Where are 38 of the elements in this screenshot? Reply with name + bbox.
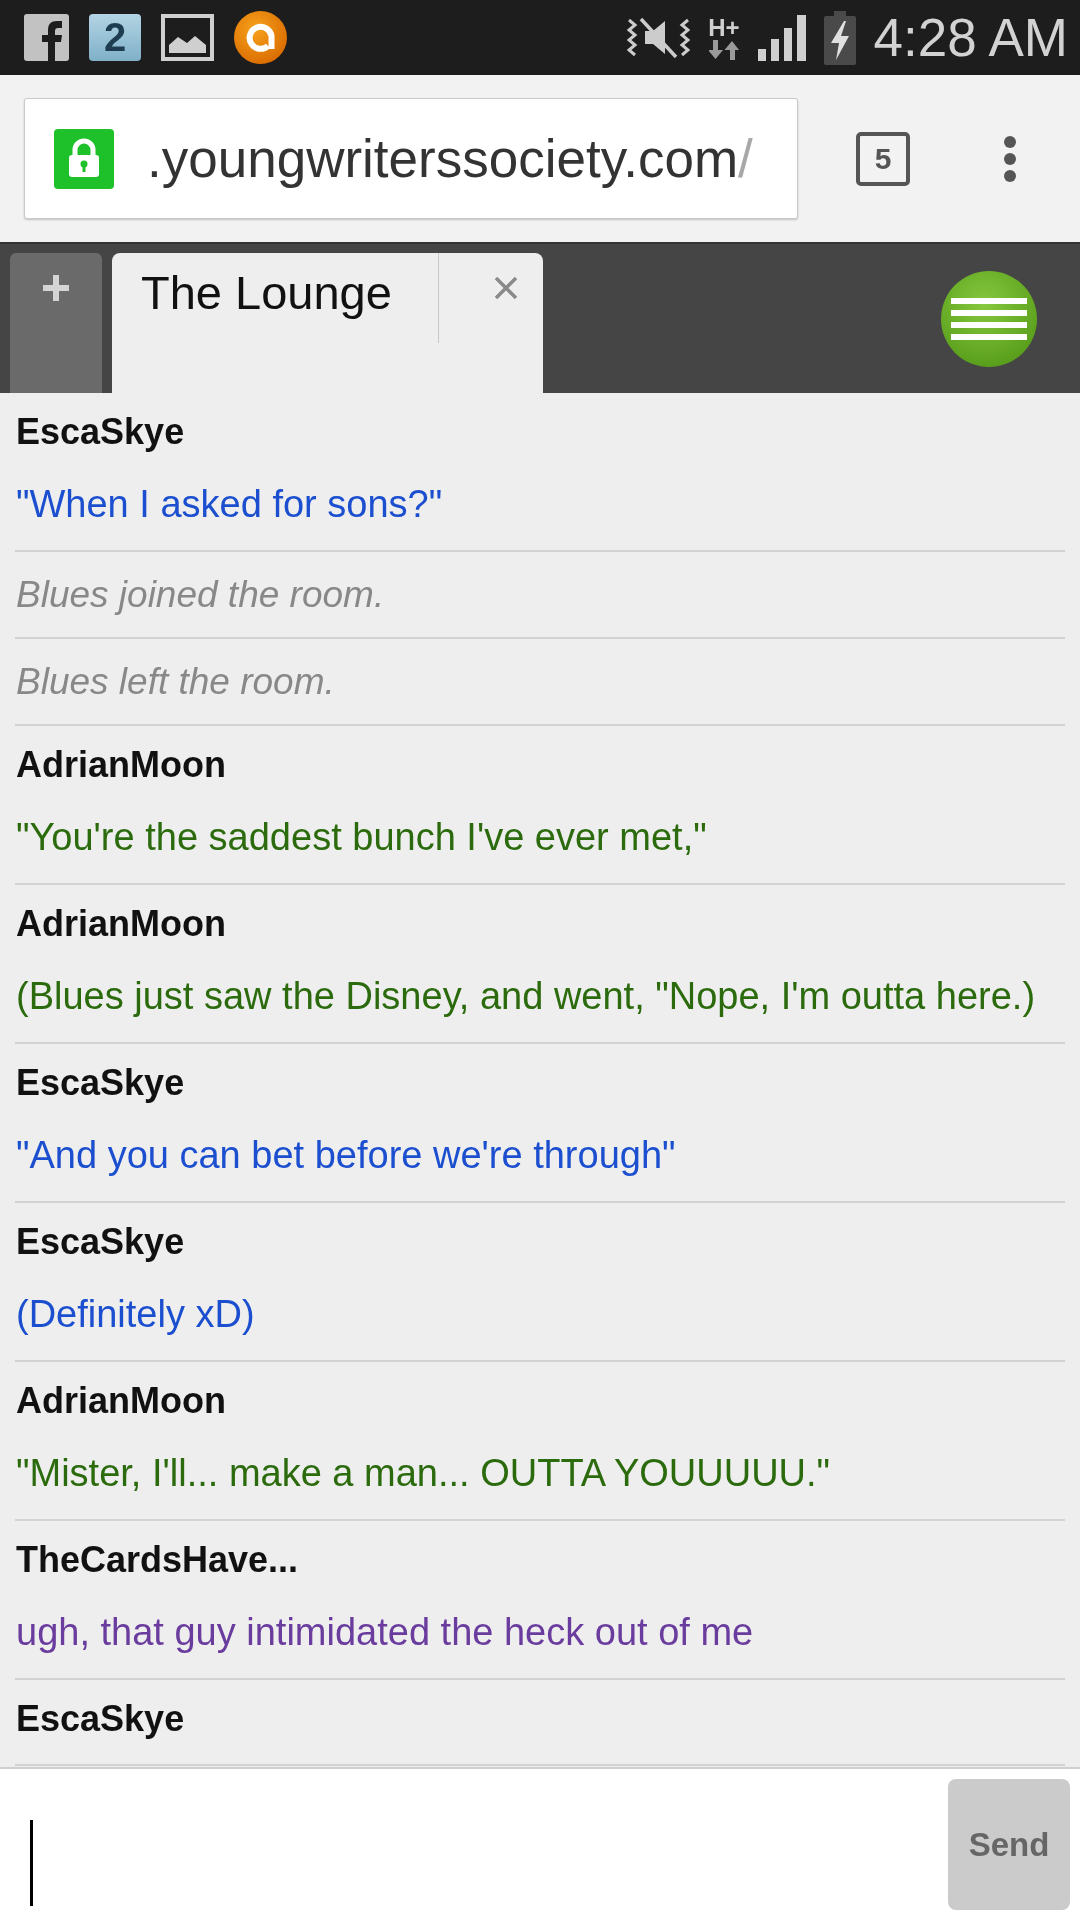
message-text: "You're the saddest bunch I've ever met," (16, 815, 707, 860)
url-text: .youngwriterssociety.com (147, 128, 739, 189)
app-logo-icon (234, 11, 287, 64)
close-icon (494, 276, 518, 300)
username: TheCardsHave... (16, 1538, 299, 1582)
username: AdrianMoon (16, 902, 226, 946)
new-tab-button[interactable] (10, 253, 102, 393)
battery-charging-icon (823, 10, 856, 65)
url-path-text: / (738, 128, 753, 189)
menu-icon (951, 297, 1027, 340)
message-text: ugh, that guy intimidated the heck out of me (16, 1610, 754, 1655)
data-arrows-icon (708, 39, 739, 60)
address-field[interactable]: .youngwriterssociety.com/ (24, 98, 798, 219)
tab-count-button[interactable]: 5 (856, 131, 910, 186)
username: AdrianMoon (16, 743, 226, 787)
username: EscaSkye (16, 1061, 185, 1105)
system-message: Blues joined the room. (16, 573, 385, 617)
facebook-icon (24, 14, 69, 61)
image-icon (161, 14, 214, 61)
message-text: "Mister, I'll... make a man... OUTTA YOUUUUU." (16, 1451, 831, 1496)
calendar-notification: 2 (89, 14, 141, 61)
message-text: (Definitely xD) (16, 1292, 255, 1337)
message-text: "And you can bet before we're through" (16, 1133, 676, 1178)
username: EscaSkye (16, 1220, 185, 1264)
message-text: (Blues just saw the Disney, and went, "Nope, I'm outta here.) (16, 974, 1036, 1019)
username: EscaSkye (16, 410, 185, 454)
network-type: H+ (708, 15, 740, 40)
more-icon (1004, 135, 1016, 182)
system-message: Blues left the room. (16, 660, 335, 704)
menu-button[interactable] (1004, 135, 1016, 182)
message-text: "When I asked for sons?" (16, 482, 443, 527)
username: AdrianMoon (16, 1379, 226, 1423)
plus-icon (43, 275, 69, 301)
signal-icon (757, 14, 806, 61)
username: EscaSkye (16, 1697, 185, 1741)
clock-time: 4:28 AM (873, 7, 1068, 68)
close-tab-button[interactable] (494, 276, 518, 300)
chat-tab[interactable]: The Lounge (112, 253, 543, 393)
